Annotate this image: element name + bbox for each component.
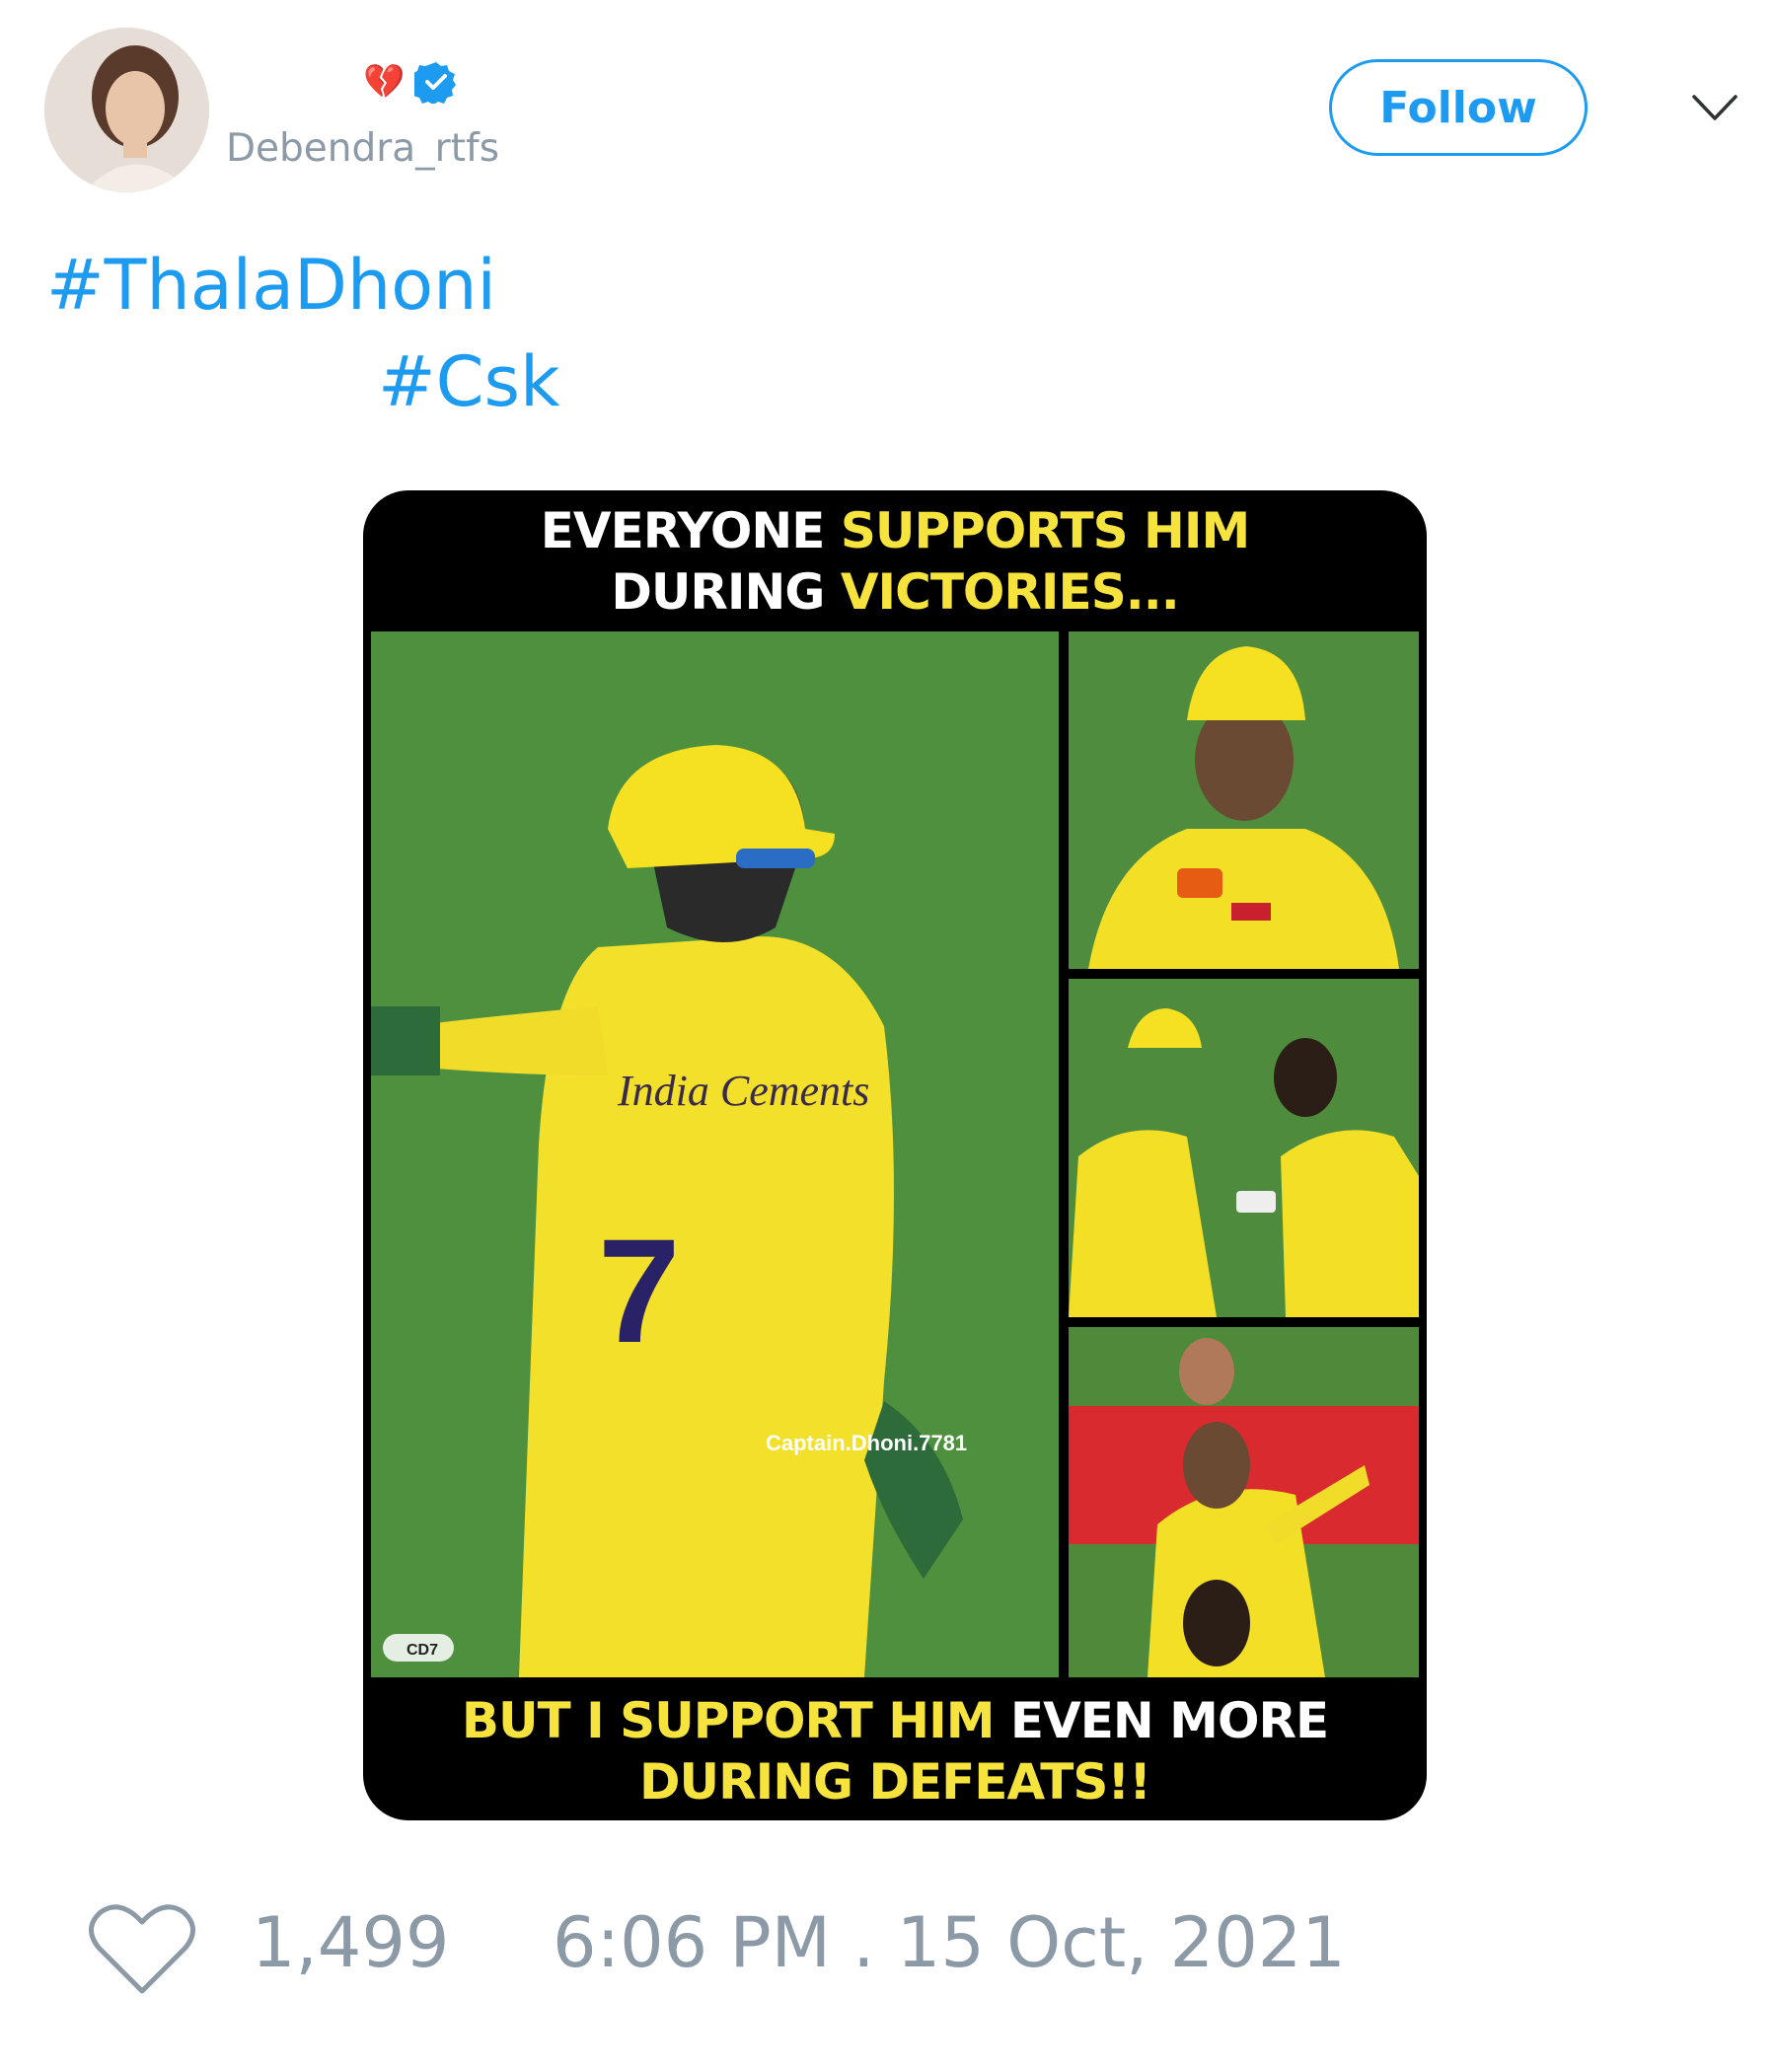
tweet-timestamp[interactable]: 6:06 PM . 15 Oct, 2021 — [553, 1902, 1346, 1983]
photo-panel-top-right — [1069, 631, 1419, 969]
display-name[interactable]: 💔 — [363, 57, 458, 107]
avatar[interactable] — [44, 28, 209, 192]
follow-button[interactable]: Follow — [1329, 59, 1588, 156]
heart-icon[interactable] — [87, 1900, 197, 1999]
chevron-down-icon[interactable] — [1690, 89, 1739, 128]
watermark-text: Captain.Dhoni.7781 — [766, 1431, 967, 1455]
broken-heart-emoji: 💔 — [363, 62, 406, 102]
verified-badge-icon — [414, 62, 457, 104]
meme-top-caption: EVERYONE SUPPORTS HIM DURING VICTORIES..… — [540, 502, 1251, 621]
watermark-small: CD7 — [407, 1642, 438, 1659]
photo-panel-middle-right — [1069, 979, 1419, 1317]
user-handle[interactable]: Debendra_rtfs — [226, 126, 499, 171]
meme-bottom-caption: BUT I SUPPORT HIM EVEN MORE DURING DEFEA… — [461, 1692, 1329, 1811]
jersey-number: 7 — [598, 1208, 680, 1373]
like-count[interactable]: 1,499 — [252, 1902, 449, 1983]
hashtag-link[interactable]: #ThalaDhoni — [46, 245, 496, 326]
hashtag-link[interactable]: #Csk — [378, 341, 560, 422]
photo-panel-main: India Cements 7 Captain.Dhoni.7781 CD7 — [371, 631, 1059, 1677]
jersey-sponsor: India Cements — [617, 1067, 869, 1115]
photo-panel-bottom-right — [1069, 1327, 1419, 1677]
tweet-image[interactable]: EVERYONE SUPPORTS HIM DURING VICTORIES..… — [363, 490, 1427, 1820]
avatar-photo — [44, 28, 209, 192]
